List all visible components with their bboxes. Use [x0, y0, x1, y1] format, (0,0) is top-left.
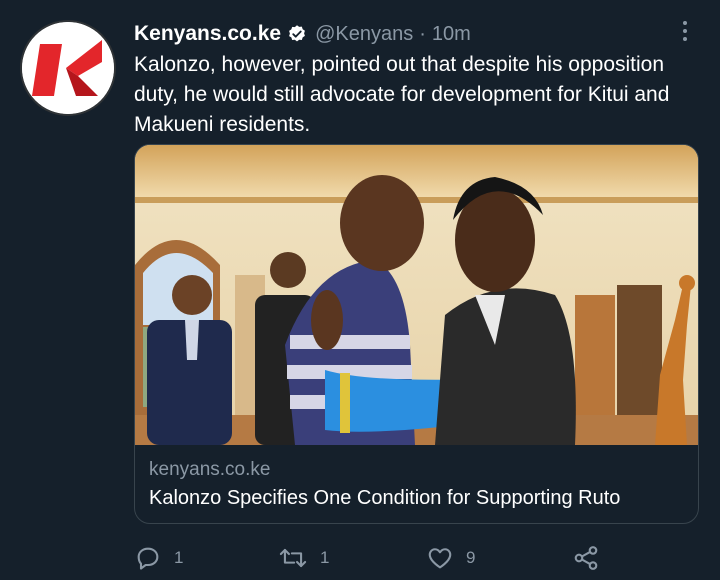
action-bar: 1 1 9: [134, 540, 614, 576]
more-vertical-icon[interactable]: [674, 18, 696, 44]
author-handle[interactable]: @Kenyans: [315, 23, 413, 46]
heart-icon: [428, 548, 452, 569]
tweet-header: Kenyans.co.ke @Kenyans · 10m: [134, 18, 471, 50]
card-title[interactable]: Kalonzo Specifies One Condition for Supp…: [149, 487, 620, 510]
reply-button[interactable]: 1: [134, 540, 183, 576]
like-button[interactable]: 9: [426, 540, 475, 576]
separator-dot: ·: [419, 22, 426, 45]
verified-badge-icon: [287, 24, 307, 44]
avatar[interactable]: [20, 20, 116, 116]
tweet-text: Kalonzo, however, pointed out that despi…: [134, 53, 670, 136]
like-count: 9: [466, 548, 476, 567]
share-icon: [574, 546, 598, 570]
share-button[interactable]: [572, 540, 600, 576]
retweet-icon: [279, 548, 307, 568]
tweet[interactable]: Kenyans.co.ke @Kenyans · 10m Kalonzo, ho…: [0, 0, 720, 580]
card-domain[interactable]: kenyans.co.ke: [149, 459, 270, 481]
author-name[interactable]: Kenyans.co.ke: [134, 22, 281, 46]
retweet-count: 1: [320, 548, 330, 567]
card-image[interactable]: [135, 145, 698, 445]
reply-icon: [137, 547, 159, 570]
retweet-button[interactable]: 1: [278, 540, 329, 576]
link-card[interactable]: kenyans.co.ke Kalonzo Specifies One Cond…: [134, 144, 699, 524]
reply-count: 1: [174, 548, 184, 567]
tweet-timestamp[interactable]: 10m: [432, 23, 471, 46]
kenyans-logo-icon: [22, 22, 114, 114]
